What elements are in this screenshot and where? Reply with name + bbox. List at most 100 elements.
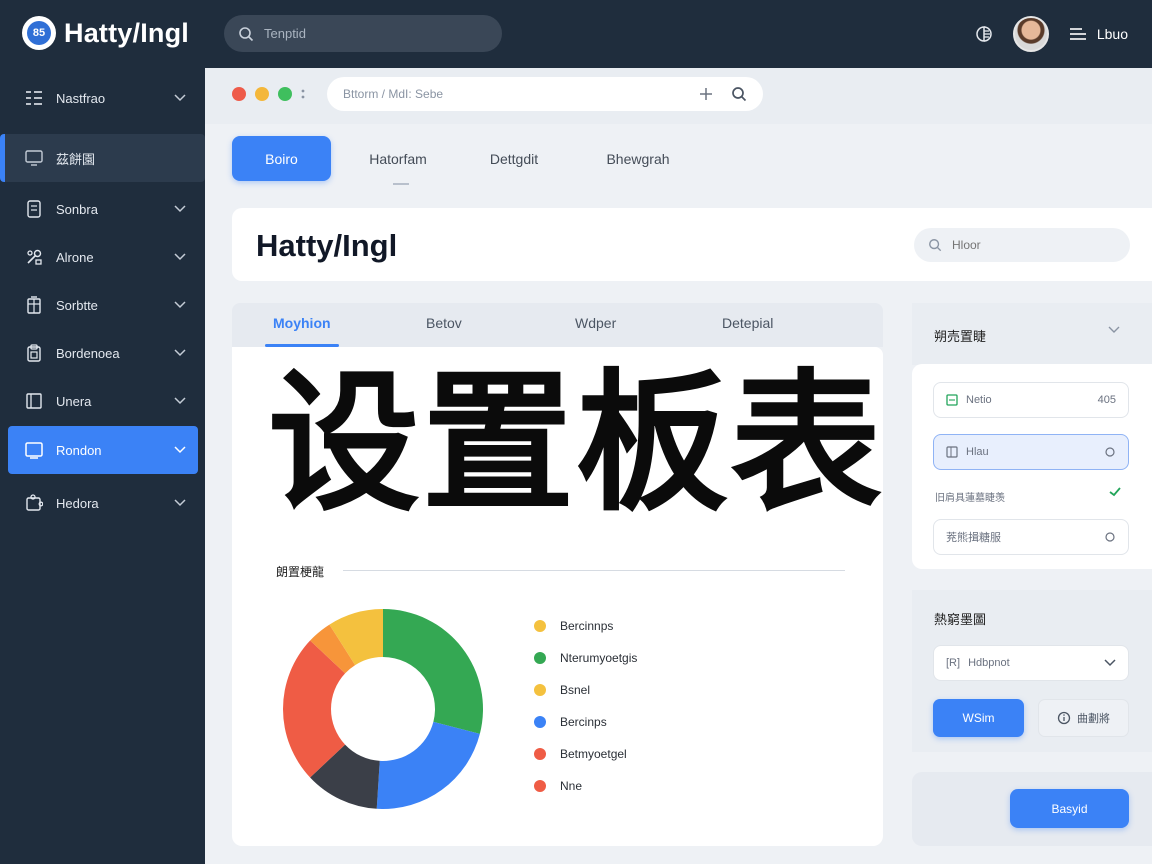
- chevron-down-icon: [170, 301, 190, 309]
- search-icon[interactable]: [731, 86, 747, 102]
- tab-hover-indicator: [393, 183, 409, 185]
- legend-label: Bsnel: [560, 683, 591, 697]
- legend-swatch: [534, 620, 546, 632]
- menu-icon: [1069, 28, 1086, 40]
- sidebar-item-label: Bordenoea: [56, 345, 120, 361]
- legend-label: Nterumyoetgis: [560, 651, 638, 665]
- url-bar[interactable]: Bttorm / MdI: Sebe: [327, 77, 763, 111]
- plus-icon[interactable]: [699, 87, 713, 101]
- setting-row-text: 旧肩具蓮墓睫羡: [935, 493, 1005, 504]
- grid-icon: [946, 446, 958, 458]
- sidebar-item-label: 茲餅園: [56, 151, 96, 167]
- book-icon: [24, 391, 44, 411]
- user-menu[interactable]: Lbuo: [1069, 26, 1128, 42]
- content-tab-4[interactable]: Detepial: [722, 315, 773, 331]
- legend-swatch: [534, 780, 546, 792]
- puzzle-icon: [24, 493, 44, 513]
- sidebar-item-8[interactable]: Rondon: [8, 426, 198, 474]
- check-icon[interactable]: [1109, 487, 1121, 497]
- sidebar: Nastfrao 茲餅園 Sonbra Alrone Sorbtte Borde…: [0, 68, 205, 864]
- select-prefix: [R]: [946, 657, 961, 669]
- logo-mark-icon: 85: [22, 16, 56, 50]
- footer-primary-button[interactable]: Basyid: [1010, 789, 1129, 828]
- legend-item: Nne: [534, 779, 582, 793]
- legend-label: Nne: [560, 779, 583, 793]
- legend-item: Bercinps: [534, 715, 607, 729]
- sidebar-item-label: Nastfrao: [56, 90, 106, 106]
- settings-actions-title: 熱窮墨圖: [934, 612, 987, 627]
- chevron-down-icon: [170, 446, 190, 454]
- sidebar-item-1[interactable]: Nastfrao: [8, 74, 198, 122]
- chevron-down-icon: [170, 499, 190, 507]
- top-search-bar[interactable]: [224, 15, 502, 52]
- tab-4[interactable]: Bhewgrah: [585, 136, 691, 181]
- content-tab-1[interactable]: Moyhion: [273, 315, 331, 331]
- tab-3[interactable]: Dettgdit: [465, 136, 563, 181]
- sidebar-item-label: Hedora: [56, 495, 99, 511]
- big-heading: 设置板表: [268, 355, 884, 532]
- legend-label: Bercinps: [560, 715, 607, 729]
- header-search-bar[interactable]: [914, 228, 1130, 262]
- window-maximize-dot[interactable]: [278, 87, 292, 101]
- secondary-button-label: 曲劃將: [1077, 713, 1110, 725]
- select-value: Hdbpnot: [968, 657, 1010, 669]
- tab-1[interactable]: Boiro: [232, 136, 331, 181]
- sidebar-item-label: Unera: [56, 393, 92, 409]
- donut-slice-1: [383, 609, 483, 734]
- chart-section-label: 朗置梗龍: [276, 565, 325, 579]
- settings-select[interactable]: [R] Hdbpnot: [933, 645, 1129, 681]
- chevron-down-icon: [170, 205, 190, 213]
- setting-field-3[interactable]: 茺熊揖糖服: [933, 519, 1129, 555]
- content-tab-strip: Moyhion Betov Wdper Detepial: [232, 303, 883, 347]
- sidebar-item-7[interactable]: Unera: [8, 377, 198, 425]
- window-minimize-dot[interactable]: [255, 87, 269, 101]
- section-divider: [343, 570, 845, 571]
- radio-icon[interactable]: [1104, 531, 1116, 543]
- legend-item: Bsnel: [534, 683, 590, 697]
- content-tab-2[interactable]: Betov: [426, 315, 462, 331]
- tablet-icon: [24, 440, 44, 460]
- radio-icon[interactable]: [1104, 446, 1116, 458]
- top-search-input[interactable]: [264, 26, 464, 41]
- legend-label: Bercinnps: [560, 619, 614, 633]
- browser-bar: Bttorm / MdI: Sebe: [205, 68, 1152, 124]
- window-close-dot[interactable]: [232, 87, 246, 101]
- settings-panel-title: 朔売置睫: [934, 329, 987, 344]
- theme-icon[interactable]: [975, 25, 993, 43]
- chevron-down-icon: [1104, 659, 1116, 667]
- sidebar-item-2[interactable]: 茲餅園: [0, 134, 205, 182]
- sidebar-item-3[interactable]: Sonbra: [8, 185, 198, 233]
- sidebar-item-6[interactable]: Bordenoea: [8, 329, 198, 377]
- setting-field-2-label: Hlau: [966, 446, 989, 458]
- header-search-input[interactable]: [952, 238, 1102, 252]
- legend-swatch: [534, 652, 546, 664]
- page-title: Hatty/Ingl: [256, 228, 398, 263]
- chevron-down-icon: [170, 397, 190, 405]
- sidebar-item-5[interactable]: Sorbtte: [8, 281, 198, 329]
- chevron-down-icon[interactable]: [1108, 326, 1120, 334]
- tab-2[interactable]: Hatorfam: [345, 136, 451, 181]
- sidebar-item-4[interactable]: Alrone: [8, 233, 198, 281]
- sidebar-item-9[interactable]: Hedora: [8, 479, 198, 527]
- chevron-down-icon: [170, 253, 190, 261]
- setting-field-1[interactable]: Netio 405: [933, 382, 1129, 418]
- logo-mark-text: 85: [27, 21, 51, 45]
- apply-button[interactable]: WSim: [933, 699, 1024, 737]
- content-tab-3[interactable]: Wdper: [575, 315, 616, 331]
- setting-field-3-label: 茺熊揖糖服: [946, 532, 1001, 544]
- app-title: Hatty/Ingl: [64, 17, 190, 48]
- top-bar: 85 Hatty/Ingl Lbuo: [0, 0, 1152, 68]
- info-icon: [1057, 711, 1071, 725]
- more-dots-icon[interactable]: [301, 87, 305, 101]
- sidebar-item-label: Sonbra: [56, 201, 98, 217]
- setting-field-2[interactable]: Hlau: [933, 434, 1129, 470]
- tools-icon: [24, 247, 44, 267]
- donut-chart: [283, 609, 483, 809]
- chevron-down-icon: [170, 349, 190, 357]
- app-logo[interactable]: 85 Hatty/Ingl: [22, 16, 189, 50]
- user-avatar[interactable]: [1012, 16, 1049, 52]
- secondary-button[interactable]: 曲劃將: [1038, 699, 1129, 737]
- search-icon: [929, 239, 942, 252]
- image-icon: [946, 394, 958, 406]
- setting-field-1-value: 405: [1097, 394, 1116, 406]
